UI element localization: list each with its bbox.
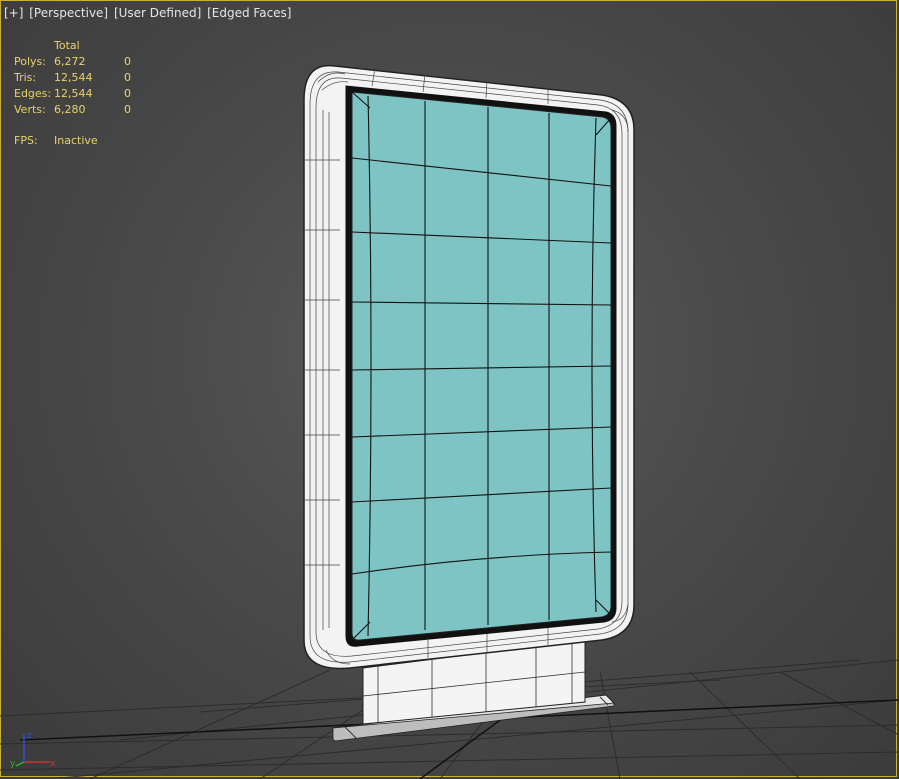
axis-y-label: y [10, 759, 16, 768]
axis-tripod: x z y [10, 728, 56, 772]
axis-z-label: z [27, 731, 32, 741]
scene-render[interactable] [0, 0, 899, 779]
axis-x-label: x [50, 759, 56, 768]
axis-gizmo-icon: x z y [10, 731, 56, 769]
billboard-screen[interactable] [345, 85, 617, 647]
